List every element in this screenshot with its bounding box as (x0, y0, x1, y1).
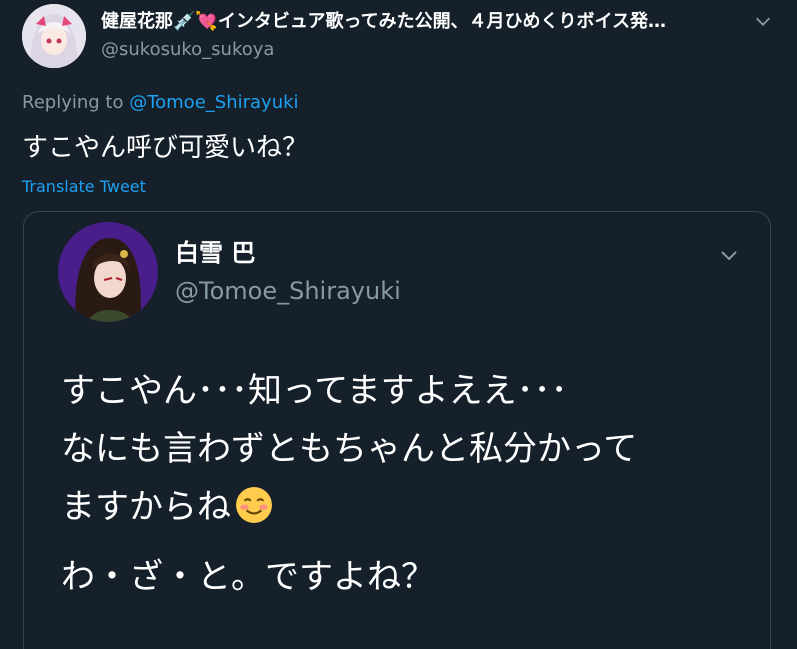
quoted-line-3-text: ますからね (61, 487, 231, 527)
author-display-name[interactable]: 健屋花那💉💘インタビュア歌ってみた公開、４月ひめくりボイス発… (101, 10, 741, 34)
quoted-display-name[interactable]: 白雪 巴 (175, 238, 255, 268)
quoted-tweet[interactable]: 白雪 巴 @Tomoe_Shirayuki すこやん･･･知ってますよええ･･･… (23, 211, 771, 649)
quoted-line-1: すこやん･･･知ってますよええ･･･ (61, 371, 568, 411)
replying-to: Replying to @Tomoe_Shirayuki (22, 91, 299, 115)
chevron-down-icon[interactable] (752, 10, 774, 32)
quoted-tweet-text: すこやん･･･知ってますよええ･･･ なにも言わずともちゃんと私分かって ますか… (61, 362, 637, 606)
quoted-line-4: わ・ざ・と。ですよね？ (61, 557, 435, 597)
quoted-author-avatar[interactable] (58, 222, 158, 322)
anime-avatar-white-hair-icon (22, 4, 86, 68)
replying-prefix: Replying to (22, 92, 130, 113)
author-avatar[interactable] (22, 4, 86, 68)
smiling-face-emoji-icon (236, 487, 272, 523)
tweet-text: すこやん呼び可愛いね？ (22, 133, 309, 163)
quoted-handle[interactable]: @Tomoe_Shirayuki (175, 276, 401, 306)
tweet-container: 健屋花那💉💘インタビュア歌ってみた公開、４月ひめくりボイス発… @sukosuk… (0, 0, 797, 649)
author-handle[interactable]: @sukosuko_sukoya (101, 38, 274, 62)
reply-mention-link[interactable]: @Tomoe_Shirayuki (129, 92, 298, 113)
anime-avatar-dark-hair-icon (58, 222, 158, 322)
translate-tweet-link[interactable]: Translate Tweet (22, 176, 146, 198)
quoted-line-3: ますからね (61, 478, 637, 536)
quoted-line-2: なにも言わずともちゃんと私分かって (61, 429, 638, 469)
quoted-chevron-down-icon[interactable] (717, 243, 741, 267)
